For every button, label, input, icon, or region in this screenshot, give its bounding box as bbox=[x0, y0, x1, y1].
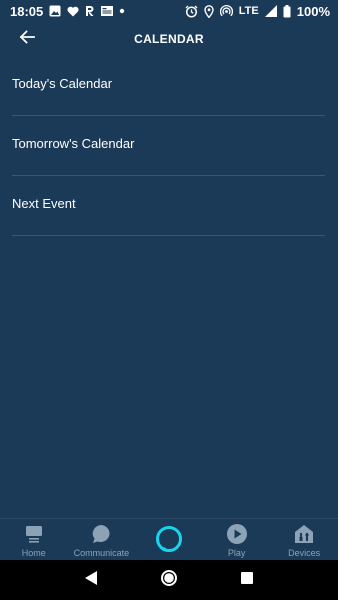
system-back-button[interactable] bbox=[77, 566, 105, 594]
home-circle-icon bbox=[160, 569, 178, 592]
network-type: LTE bbox=[238, 5, 259, 17]
play-icon bbox=[226, 523, 248, 545]
back-button[interactable] bbox=[14, 26, 40, 52]
status-right: LTE 100% bbox=[185, 4, 330, 19]
page-title: CALENDAR bbox=[134, 32, 204, 46]
alarm-icon bbox=[185, 4, 198, 18]
heart-icon bbox=[67, 4, 79, 18]
menu-item-todays-calendar[interactable]: Today's Calendar bbox=[12, 56, 325, 116]
chat-bubble-icon bbox=[91, 523, 111, 545]
battery-level: 100% bbox=[296, 3, 330, 19]
status-bar: 18:05 LTE 100% bbox=[0, 0, 338, 22]
system-home-button[interactable] bbox=[155, 566, 183, 594]
image-icon bbox=[49, 4, 61, 18]
r-app-icon bbox=[85, 4, 95, 18]
battery-icon bbox=[283, 4, 291, 18]
signal-icon bbox=[264, 4, 277, 18]
nav-label-home: Home bbox=[21, 548, 46, 558]
nav-label-communicate: Communicate bbox=[73, 548, 130, 558]
hotspot-icon bbox=[219, 4, 233, 18]
nav-label-devices: Devices bbox=[288, 548, 321, 558]
status-time: 18:05 bbox=[10, 3, 44, 19]
nav-label-play: Play bbox=[227, 548, 246, 558]
nav-item-alexa[interactable] bbox=[137, 519, 201, 561]
app-header: CALENDAR bbox=[0, 22, 338, 56]
news-app-icon bbox=[101, 4, 114, 18]
back-triangle-icon bbox=[84, 570, 98, 591]
location-icon bbox=[204, 4, 214, 18]
bottom-nav: Home Communicate Play Devices bbox=[0, 518, 338, 560]
system-recents-button[interactable] bbox=[233, 566, 261, 594]
status-left: 18:05 bbox=[10, 4, 125, 19]
android-nav-bar bbox=[0, 560, 338, 600]
back-arrow-icon bbox=[19, 29, 35, 49]
menu-item-label: Today's Calendar bbox=[12, 76, 113, 91]
alexa-icon bbox=[155, 525, 183, 553]
nav-item-home[interactable]: Home bbox=[2, 519, 66, 561]
nav-item-communicate[interactable]: Communicate bbox=[69, 519, 133, 561]
home-icon bbox=[24, 523, 44, 545]
nav-item-devices[interactable]: Devices bbox=[272, 519, 336, 561]
nav-item-play[interactable]: Play bbox=[205, 519, 269, 561]
menu-item-label: Tomorrow's Calendar bbox=[12, 136, 135, 151]
recents-square-icon bbox=[240, 571, 254, 590]
calendar-menu-list: Today's Calendar Tomorrow's Calendar Nex… bbox=[12, 56, 325, 236]
menu-item-tomorrows-calendar[interactable]: Tomorrow's Calendar bbox=[12, 116, 325, 176]
menu-item-next-event[interactable]: Next Event bbox=[12, 176, 325, 236]
devices-icon bbox=[294, 523, 314, 545]
notification-dot-icon bbox=[119, 4, 125, 18]
menu-item-label: Next Event bbox=[12, 196, 76, 211]
